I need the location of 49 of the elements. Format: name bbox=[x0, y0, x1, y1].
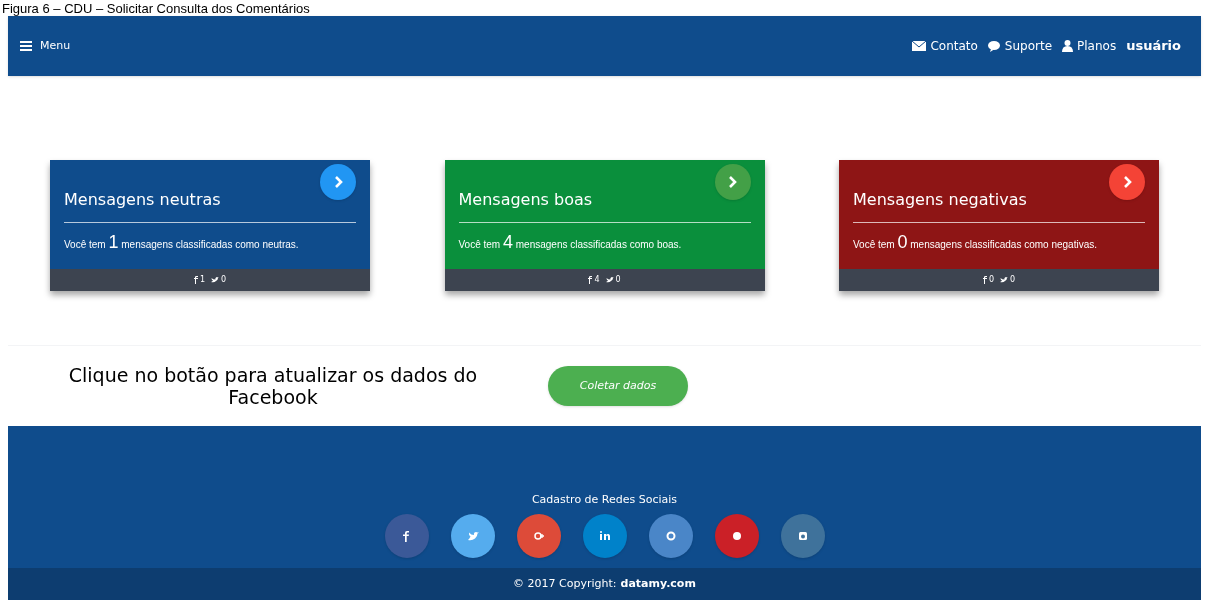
ring-icon bbox=[664, 530, 677, 542]
site-link[interactable]: datamy.com bbox=[620, 575, 696, 593]
copyright-text: © 2017 Copyright: bbox=[513, 575, 617, 592]
user-icon bbox=[1062, 40, 1074, 52]
letter-f-icon bbox=[193, 276, 198, 284]
social-button[interactable] bbox=[648, 514, 693, 558]
card-text: Você tem 1 mensagens classificadas como neutras. bbox=[64, 237, 300, 254]
bird-icon bbox=[466, 530, 479, 542]
twitter-count: 0 bbox=[211, 274, 227, 286]
nav-link[interactable]: Suporte bbox=[987, 37, 1053, 55]
envelope-icon bbox=[912, 41, 927, 51]
caption: Figura 6 – CDU – Solicitar Consulta dos Comentários bbox=[2, 1, 310, 16]
arrow-button[interactable] bbox=[320, 164, 356, 200]
chevron-icon bbox=[1122, 176, 1132, 188]
social-button[interactable] bbox=[516, 514, 561, 558]
facebook-count: 1 bbox=[193, 274, 205, 286]
social-button[interactable] bbox=[714, 514, 759, 558]
facebook-count: 0 bbox=[982, 274, 994, 286]
user-link[interactable]: usuário bbox=[1126, 36, 1181, 56]
chevron-icon bbox=[728, 176, 737, 188]
twitter-count: 0 bbox=[1000, 274, 1016, 286]
social-button[interactable] bbox=[582, 514, 627, 558]
in-letters-icon bbox=[598, 530, 611, 542]
card-title: Mensagens negativas bbox=[853, 188, 1145, 223]
update-text: Clique no botão para atualizar os dados do Facebook bbox=[67, 363, 479, 408]
card-title: Mensagens boas bbox=[458, 188, 751, 223]
bird-icon bbox=[605, 277, 614, 283]
menu-button[interactable]: Menu bbox=[20, 37, 71, 55]
arrow-button[interactable] bbox=[1109, 164, 1145, 200]
social-button[interactable] bbox=[450, 514, 495, 558]
bird-icon bbox=[211, 277, 219, 283]
chevron-icon bbox=[333, 176, 343, 188]
footer-title: Cadastro de Redes Sociais bbox=[531, 491, 678, 508]
facebook-count: 4 bbox=[588, 274, 600, 286]
nav-link[interactable]: Planos bbox=[1062, 37, 1117, 55]
letter-f-icon bbox=[982, 276, 987, 284]
twitter-count: 0 bbox=[605, 274, 621, 286]
card-text: Você tem 0 mensagens classificadas como negativas. bbox=[853, 237, 1099, 254]
arrow-button[interactable] bbox=[714, 164, 751, 200]
menu-icon bbox=[20, 41, 32, 51]
chat-icon bbox=[987, 40, 1001, 52]
card-text: Você tem 4 mensagens classificadas como boas. bbox=[458, 237, 683, 254]
nav-link[interactable]: Contato bbox=[912, 37, 978, 55]
letter-f-icon bbox=[588, 276, 593, 284]
dot-icon bbox=[730, 530, 743, 542]
camera-icon bbox=[796, 530, 809, 542]
bird-icon bbox=[1000, 277, 1008, 283]
card-title: Mensagens neutras bbox=[64, 188, 356, 223]
social-button[interactable] bbox=[780, 514, 825, 558]
